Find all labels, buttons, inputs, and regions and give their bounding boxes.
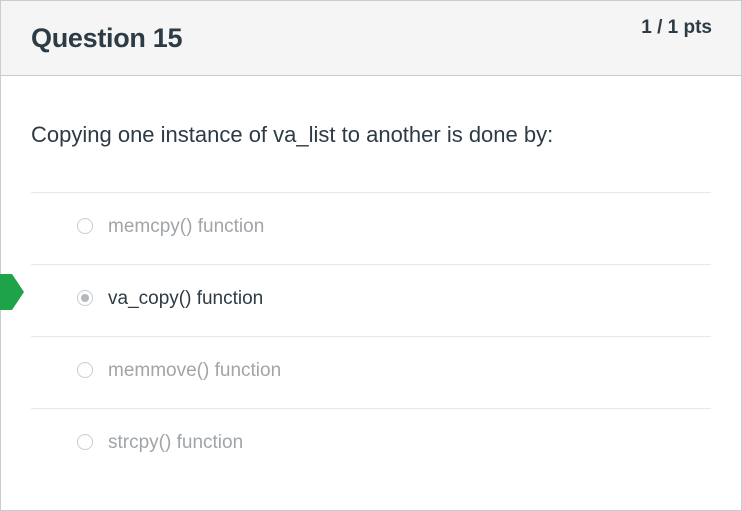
radio-button[interactable]: [77, 362, 93, 378]
radio-button-selected[interactable]: [77, 290, 93, 306]
radio-button[interactable]: [77, 434, 93, 450]
answer-label[interactable]: memmove() function: [108, 360, 281, 382]
answer-option-memmove[interactable]: memmove() function: [31, 336, 711, 408]
answer-list: memcpy() function va_copy() function mem…: [31, 192, 711, 480]
question-header: Question 15 1 / 1 pts: [1, 1, 741, 76]
answer-label[interactable]: strcpy() function: [108, 432, 243, 454]
radio-button[interactable]: [77, 218, 93, 234]
answer-option-memcpy[interactable]: memcpy() function: [31, 192, 711, 264]
answer-option-va-copy[interactable]: va_copy() function: [31, 264, 711, 336]
question-points: 1 / 1 pts: [641, 17, 712, 38]
question-text: Copying one instance of va_list to anoth…: [31, 122, 554, 147]
answer-label[interactable]: memcpy() function: [108, 216, 264, 238]
question-title: Question 15: [31, 23, 183, 53]
answer-option-strcpy[interactable]: strcpy() function: [31, 408, 711, 480]
correct-answer-arrow-icon: [0, 274, 24, 310]
answer-label[interactable]: va_copy() function: [108, 288, 263, 310]
quiz-question-card: Question 15 1 / 1 pts Copying one instan…: [0, 0, 742, 511]
